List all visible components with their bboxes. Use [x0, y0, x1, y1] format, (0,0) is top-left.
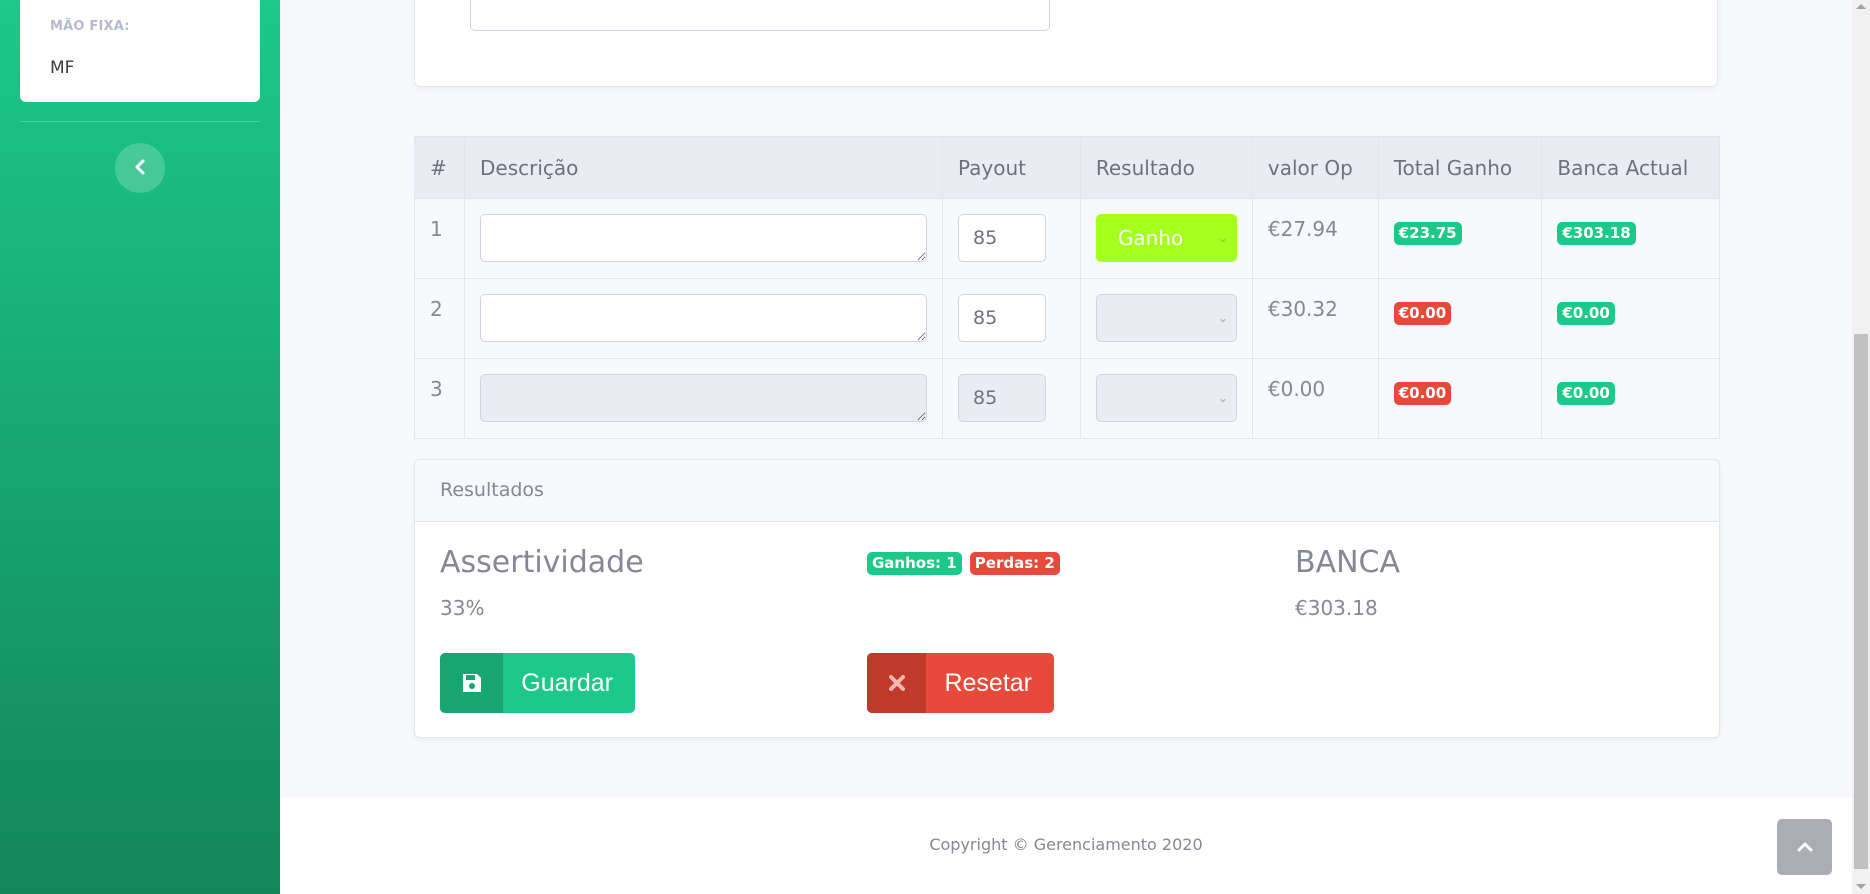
save-icon — [440, 653, 504, 713]
banca-title: BANCA — [1295, 545, 1401, 580]
top-card — [414, 0, 1718, 87]
result-select: ⌄ — [1095, 374, 1237, 422]
losses-badge: Perdas: 2 — [969, 552, 1060, 575]
description-input[interactable] — [479, 214, 927, 262]
header-total-ganho: Total Ganho — [1377, 136, 1543, 199]
result-select-value: Ganho — [1117, 226, 1184, 250]
payout-cell — [941, 358, 1081, 439]
save-button[interactable]: Guardar — [440, 653, 635, 713]
chevron-up-icon — [1797, 842, 1812, 852]
chevron-down-icon: ⌄ — [1217, 311, 1228, 325]
scroll-to-top-button[interactable] — [1777, 819, 1832, 875]
total-ganho-badge: €0.00 — [1393, 302, 1452, 325]
sidebar-divider — [20, 121, 260, 122]
header-result: Resultado — [1079, 136, 1253, 199]
sidebar-item-mf[interactable]: MF — [50, 58, 74, 78]
results-card-header: Resultados — [415, 460, 1719, 522]
sidebar-toggle-button[interactable] — [115, 143, 165, 193]
page-scrollbar[interactable] — [1852, 0, 1870, 894]
result-cell: Ganho ⌄ — [1079, 198, 1253, 279]
table-header-row: # Descrição Payout Resultado valor Op To… — [414, 136, 1720, 199]
scroll-up-arrow-icon[interactable] — [1856, 4, 1866, 9]
valor-op-cell: €0.00 — [1251, 358, 1379, 439]
footer: Copyright © Gerenciamento 2020 — [280, 798, 1852, 894]
chevron-down-icon: ⌄ — [1217, 231, 1228, 245]
total-ganho-badge: €23.75 — [1393, 222, 1462, 245]
sidebar: MÃO FIXA: MF — [0, 0, 280, 894]
win-loss-badges: Ganhos: 1 Perdas: 2 — [867, 552, 1063, 575]
sidebar-menu-card: MÃO FIXA: MF — [20, 0, 260, 102]
total-ganho-badge: €0.00 — [1393, 382, 1452, 405]
header-banca-actual: Banca Actual — [1541, 136, 1720, 199]
scrollbar-thumb[interactable] — [1854, 334, 1868, 869]
header-payout: Payout — [941, 136, 1081, 199]
row-number: 3 — [414, 358, 465, 439]
reset-button[interactable]: Resetar — [867, 653, 1054, 713]
operations-table: # Descrição Payout Resultado valor Op To… — [414, 136, 1720, 439]
chevron-left-icon — [135, 159, 145, 175]
result-select[interactable]: ⌄ — [1095, 294, 1237, 342]
result-select[interactable]: Ganho ⌄ — [1095, 214, 1237, 262]
results-card: Resultados Assertividade 33% Ganhos: 1 P… — [414, 459, 1720, 738]
payout-input — [957, 374, 1046, 422]
banca-actual-badge: €0.00 — [1557, 302, 1615, 325]
total-ganho-cell: €0.00 — [1377, 278, 1543, 359]
header-number: # — [414, 136, 465, 199]
close-icon — [867, 653, 927, 713]
banca-actual-cell: €303.18 — [1541, 198, 1720, 279]
banca-value: €303.18 — [1295, 596, 1378, 620]
scroll-down-arrow-icon[interactable] — [1856, 884, 1866, 889]
assertividade-title: Assertividade — [440, 545, 644, 580]
assertividade-value: 33% — [440, 596, 485, 620]
payout-input[interactable] — [957, 294, 1046, 342]
header-valor-op: valor Op — [1251, 136, 1379, 199]
payout-input[interactable] — [957, 214, 1046, 262]
banca-actual-cell: €0.00 — [1541, 358, 1720, 439]
row-number: 2 — [414, 278, 465, 359]
valor-op-cell: €27.94 — [1251, 198, 1379, 279]
save-button-label: Guardar — [521, 668, 613, 697]
copyright-text: Copyright © Gerenciamento 2020 — [929, 835, 1203, 854]
table-row: 1 Ganho ⌄ €27.94 €23.75 — [414, 198, 1720, 279]
payout-cell — [941, 278, 1081, 359]
main-content: # Descrição Payout Resultado valor Op To… — [280, 0, 1852, 894]
wins-badge: Ganhos: 1 — [867, 552, 962, 575]
total-ganho-cell: €0.00 — [1377, 358, 1543, 439]
banca-actual-badge: €0.00 — [1557, 382, 1615, 405]
header-description: Descrição — [463, 136, 943, 199]
description-cell — [463, 198, 943, 279]
description-cell — [463, 358, 943, 439]
banca-actual-badge: €303.18 — [1557, 222, 1636, 245]
valor-op-cell: €30.32 — [1251, 278, 1379, 359]
payout-cell — [941, 198, 1081, 279]
sidebar-section-heading: MÃO FIXA: — [50, 19, 130, 34]
chevron-down-icon: ⌄ — [1217, 391, 1228, 405]
description-cell — [463, 278, 943, 359]
banca-actual-cell: €0.00 — [1541, 278, 1720, 359]
result-cell: ⌄ — [1079, 358, 1253, 439]
description-input[interactable] — [479, 294, 927, 342]
result-cell: ⌄ — [1079, 278, 1253, 359]
reset-button-label: Resetar — [944, 668, 1032, 697]
row-number: 1 — [414, 198, 465, 279]
table-row: 2 ⌄ €30.32 €0.00 €0.00 — [414, 278, 1720, 359]
top-card-inner-box — [470, 0, 1050, 31]
description-input — [479, 374, 927, 422]
table-row: 3 ⌄ €0.00 €0.00 €0.00 — [414, 358, 1720, 439]
total-ganho-cell: €23.75 — [1377, 198, 1543, 279]
